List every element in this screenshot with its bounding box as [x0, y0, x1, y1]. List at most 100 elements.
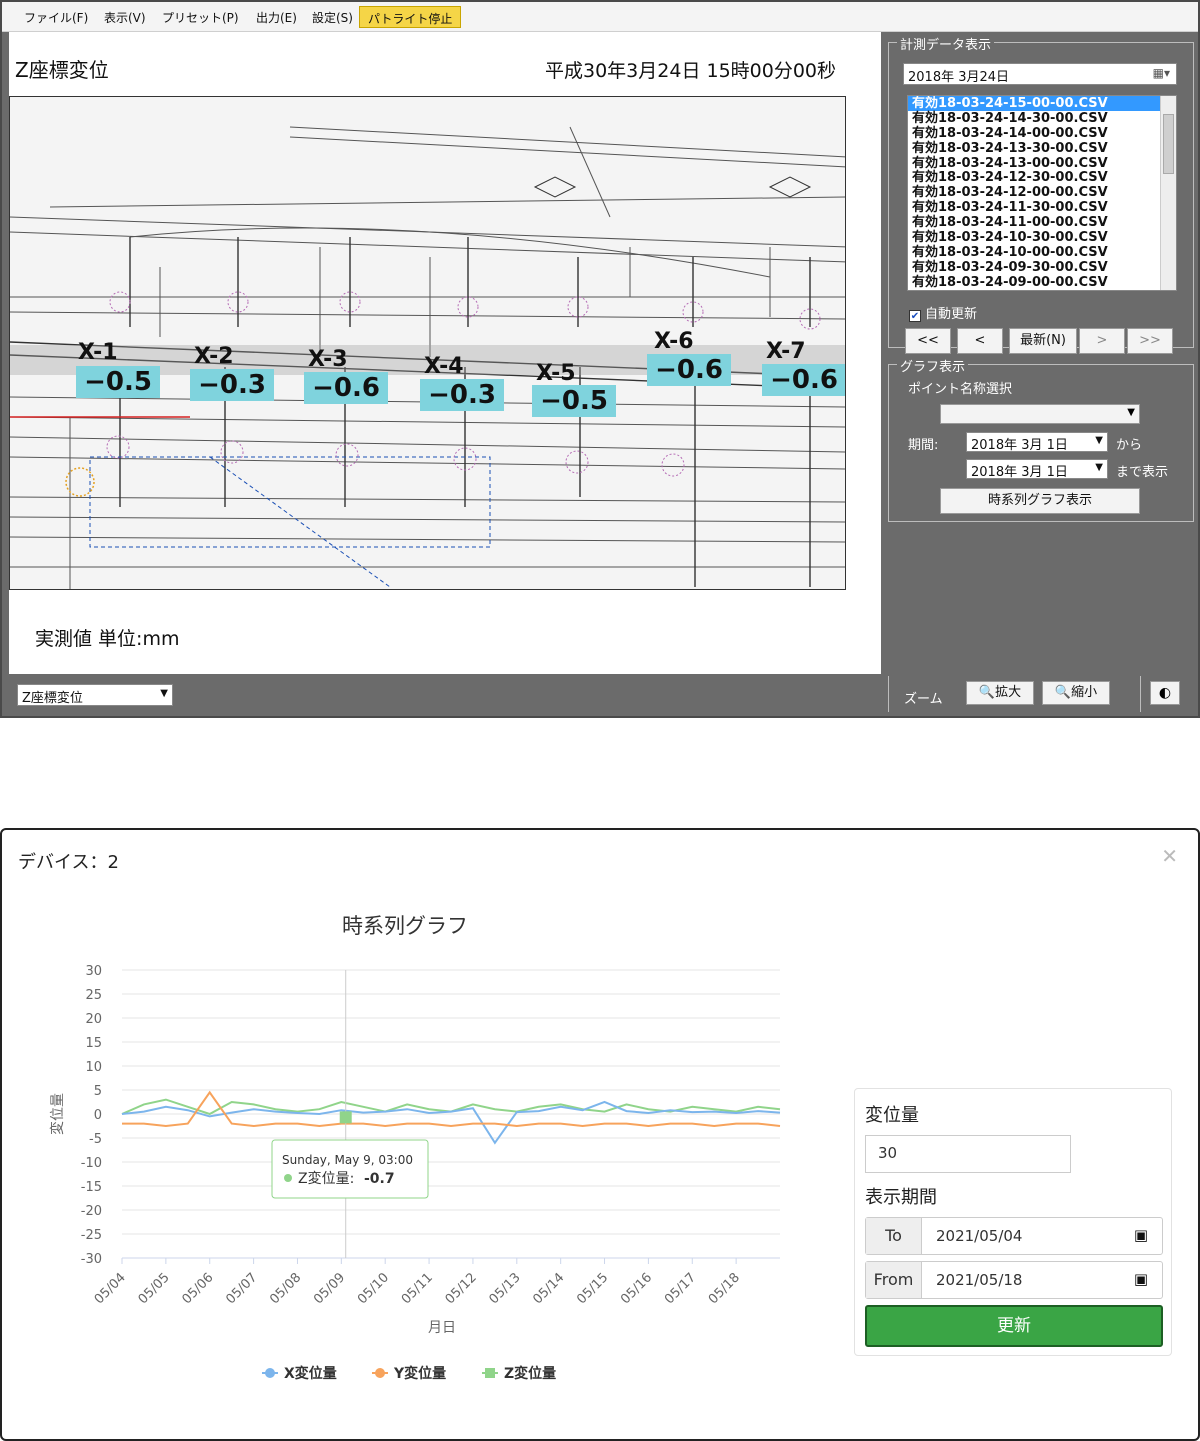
menu-output[interactable]: 出力(E) [256, 9, 297, 26]
menu-settings[interactable]: 設定(S) [312, 9, 353, 26]
to-suffix: まで表示 [1116, 465, 1169, 480]
list-item[interactable]: 有効18-03-24-09-30-00.CSV [908, 260, 1176, 275]
control-panel: 計測データ表示 2018年 3月24日 ▦▾ 有効18-03-24-15-00-… [884, 32, 1198, 716]
map-view-area: Z座標変位 平成30年3月24日 15時00分00秒 X-1 −0.5 X-2 … [9, 32, 881, 674]
group-title: グラフ表示 [897, 356, 969, 375]
from-suffix: から [1116, 438, 1143, 453]
menu-file[interactable]: ファイル(F) [24, 9, 88, 26]
view-select-bar: Z座標変位 ▼ [9, 674, 881, 714]
tooltip-value: -0.7 [364, 1171, 395, 1187]
menu-preset[interactable]: プリセット(P) [162, 9, 239, 26]
menu-bar: ファイル(F) 表示(V) プリセット(P) 出力(E) 設定(S) パトライト… [2, 2, 1198, 32]
point-value: −0.5 [76, 366, 160, 398]
x-tick-label: 05/07 [223, 1270, 260, 1307]
y-tick-label: 15 [85, 1036, 102, 1051]
y-tick-label: -25 [81, 1228, 102, 1243]
calendar-icon: ▦▾ [1152, 66, 1170, 80]
patrol-light-stop-button[interactable]: パトライト停止 [359, 6, 462, 28]
y-tick-label: -20 [81, 1204, 102, 1219]
date-picker[interactable]: 2018年 3月24日 ▦▾ [903, 63, 1177, 85]
prev-button[interactable]: < [957, 328, 1003, 354]
y-tick-label: -15 [81, 1180, 102, 1195]
list-scrollbar[interactable] [1160, 96, 1176, 290]
close-icon[interactable]: ✕ [1161, 844, 1178, 868]
list-item[interactable]: 有効18-03-24-14-30-00.CSV [908, 111, 1176, 126]
auto-update-label: 自動更新 [925, 307, 978, 322]
to-addon: To [866, 1218, 922, 1254]
chevron-down-icon: ▼ [1095, 462, 1103, 473]
zoom-in-button[interactable]: 🔍拡大 [966, 681, 1034, 705]
list-item[interactable]: 有効18-03-24-10-00-00.CSV [908, 245, 1176, 260]
y-tick-label: -5 [89, 1132, 102, 1147]
point-label: X-6 [654, 329, 694, 354]
timeseries-graph-button[interactable]: 時系列グラフ表示 [940, 488, 1140, 514]
unit-label: 実測値 単位:mm [35, 628, 180, 650]
from-date-value: 2018年 3月 1日 [971, 438, 1068, 453]
list-item[interactable]: 有効18-03-24-11-30-00.CSV [908, 200, 1176, 215]
date-value: 2018年 3月24日 [908, 70, 1010, 85]
x-tick-label: 05/18 [706, 1270, 743, 1307]
globe-button[interactable]: ◐ [1150, 681, 1180, 705]
x-tick-label: 05/15 [574, 1270, 611, 1307]
divider [888, 676, 889, 712]
list-item[interactable]: 有効18-03-24-11-00-00.CSV [908, 215, 1176, 230]
point-select-label: ポイント名称選択 [908, 382, 1013, 397]
list-item[interactable]: 有効18-03-24-09-00-00.CSV [908, 275, 1176, 290]
next-button[interactable]: > [1079, 328, 1125, 354]
view-title: Z座標変位 [15, 58, 109, 82]
device-dialog: デバイス：2 ✕ 時系列グラフ 30 25 20 15 10 5 0 -5 -10 -15 -20-… [0, 828, 1200, 1441]
view-select-value: Z座標変位 [22, 691, 83, 706]
list-item[interactable]: 有効18-03-24-13-00-00.CSV [908, 156, 1176, 171]
displacement-input[interactable]: 30 [865, 1135, 1071, 1173]
legend-label: Y変位量 [393, 1365, 446, 1382]
from-date-field[interactable]: From 2021/05/18 ▣ [865, 1261, 1163, 1299]
period-title: 表示期間 [865, 1187, 937, 1208]
zoom-out-button[interactable]: 🔍縮小 [1042, 681, 1110, 705]
list-item[interactable]: 有効18-03-24-10-30-00.CSV [908, 230, 1176, 245]
to-date-field[interactable]: To 2021/05/04 ▣ [865, 1217, 1163, 1255]
list-item[interactable]: 有効18-03-24-13-30-00.CSV [908, 141, 1176, 156]
to-date-value[interactable]: 2021/05/04 [936, 1227, 1022, 1245]
scrollbar-thumb[interactable] [1163, 114, 1174, 174]
from-date-picker[interactable]: 2018年 3月 1日 ▼ [966, 432, 1108, 453]
x-tick-label: 05/11 [399, 1270, 436, 1307]
point-value: −0.3 [420, 379, 504, 411]
tooltip-dot [284, 1174, 292, 1182]
from-date-value[interactable]: 2021/05/18 [936, 1271, 1022, 1289]
x-tick-label: 05/09 [311, 1270, 348, 1307]
first-button[interactable]: << [905, 328, 951, 354]
list-item[interactable]: 有効18-03-24-15-00-00.CSV [908, 96, 1160, 111]
point-label: X-4 [424, 354, 464, 379]
list-item[interactable]: 有効18-03-24-14-00-00.CSV [908, 126, 1176, 141]
refresh-button[interactable]: 更新 [865, 1305, 1163, 1347]
to-date-picker[interactable]: 2018年 3月 1日 ▼ [966, 459, 1108, 480]
csv-file-list[interactable]: 有効18-03-24-15-00-00.CSV 有効18-03-24-14-30… [907, 95, 1177, 291]
list-item[interactable]: 有効18-03-24-12-30-00.CSV [908, 170, 1176, 186]
point-label: X-1 [78, 340, 118, 365]
measure-data-group: 計測データ表示 2018年 3月24日 ▦▾ 有効18-03-24-15-00-… [888, 34, 1194, 354]
y-tick-label: -10 [81, 1156, 102, 1171]
view-select-dropdown[interactable]: Z座標変位 ▼ [17, 684, 173, 706]
calendar-icon[interactable]: ▣ [1134, 1226, 1148, 1244]
calendar-icon[interactable]: ▣ [1134, 1270, 1148, 1288]
menu-view[interactable]: 表示(V) [104, 9, 146, 26]
point-value: −0.6 [762, 364, 845, 396]
divider [1140, 676, 1141, 712]
point-label: X-7 [766, 339, 806, 364]
y-tick-label: 0 [94, 1108, 102, 1123]
auto-update-checkbox[interactable]: ✔ 自動更新 [909, 303, 977, 322]
checkbox-checked-icon[interactable]: ✔ [909, 310, 921, 322]
zoom-label: ズーム [904, 692, 943, 707]
latest-button[interactable]: 最新(N) [1009, 328, 1077, 354]
chevron-down-icon: ▼ [160, 688, 168, 699]
legend-symbol [375, 1368, 385, 1378]
magnifier-icon: 🔍 [1054, 685, 1072, 700]
point-value: −0.6 [304, 372, 388, 404]
last-button[interactable]: >> [1127, 328, 1173, 354]
y-tick-label: -30 [81, 1252, 102, 1267]
point-label: X-3 [308, 347, 348, 372]
point-select-dropdown[interactable]: ▼ [940, 404, 1140, 424]
legend-label: Z変位量 [504, 1365, 556, 1382]
list-item[interactable]: 有効18-03-24-12-00-00.CSV [908, 185, 1176, 200]
chevron-down-icon: ▼ [1095, 435, 1103, 446]
